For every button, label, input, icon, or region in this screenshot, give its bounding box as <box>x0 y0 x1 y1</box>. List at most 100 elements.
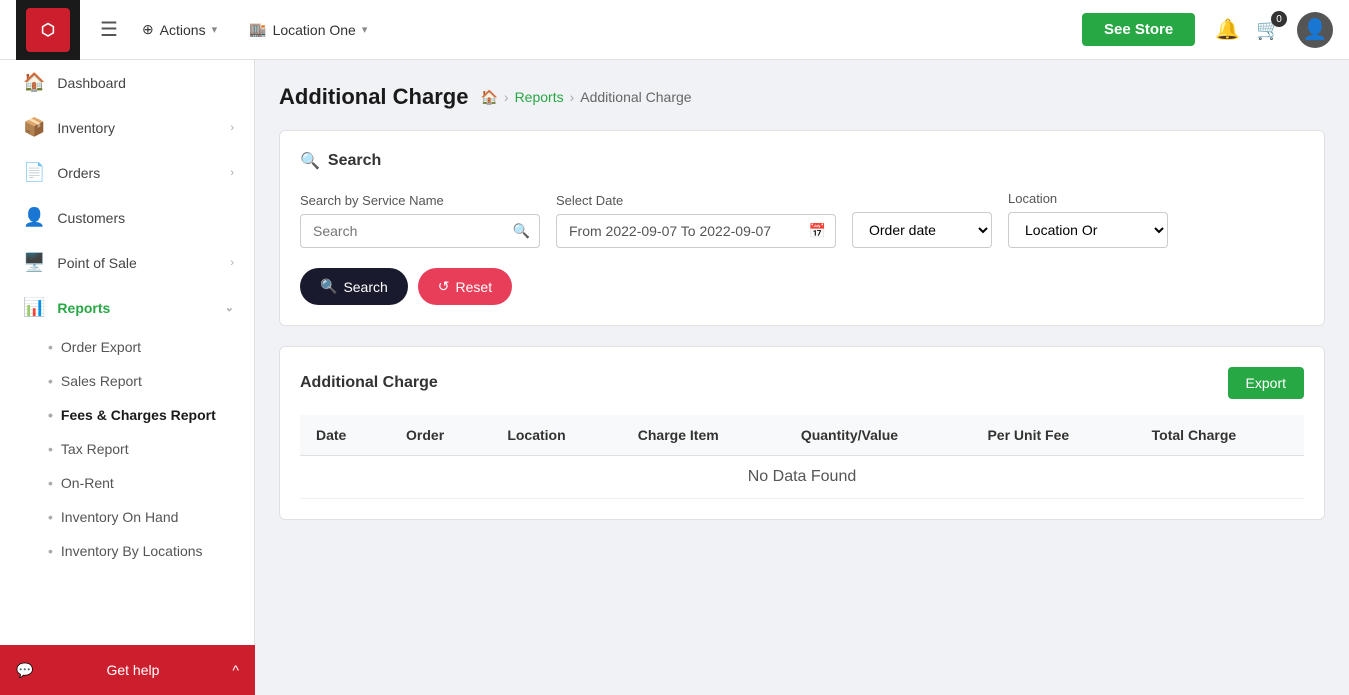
service-name-label: Search by Service Name <box>300 193 540 208</box>
hamburger-menu[interactable]: ☰ <box>100 17 118 42</box>
sidebar-sub-inventory-by-locations[interactable]: Inventory By Locations <box>36 534 254 568</box>
breadcrumb-home-icon[interactable]: 🏠 <box>480 89 497 106</box>
get-help-icon: 💬 <box>16 662 33 679</box>
logo-area: ⬡ <box>16 0 80 60</box>
button-row: 🔍 Search ↺ Reset <box>300 268 1304 305</box>
sidebar-sub-on-rent[interactable]: On-Rent <box>36 466 254 500</box>
location-chevron: ▾ <box>362 23 368 36</box>
search-input[interactable] <box>300 214 540 248</box>
col-order: Order <box>390 415 491 456</box>
main-content: Additional Charge 🏠 › Reports › Addition… <box>255 60 1349 695</box>
reset-btn-icon: ↺ <box>438 278 450 295</box>
dashboard-icon: 🏠 <box>23 72 45 93</box>
cart-button[interactable]: 🛒 0 <box>1256 17 1281 42</box>
no-data-row: No Data Found <box>300 456 1304 499</box>
col-charge-item: Charge Item <box>622 415 785 456</box>
col-date: Date <box>300 415 390 456</box>
order-date-label <box>852 191 992 206</box>
get-help-bar[interactable]: 💬 Get help ^ <box>0 645 255 695</box>
actions-label: Actions <box>160 22 206 38</box>
sidebar-item-customers[interactable]: 👤 Customers <box>0 195 254 240</box>
order-date-select[interactable]: Order date Ship date Delivery date <box>852 212 992 248</box>
user-avatar[interactable]: 👤 <box>1297 12 1333 48</box>
date-label: Select Date <box>556 193 836 208</box>
date-range-input[interactable] <box>556 214 836 248</box>
calendar-icon: 📅 <box>809 223 826 240</box>
sidebar-label-orders: Orders <box>57 165 218 181</box>
actions-button[interactable]: ⊕ Actions ▾ <box>130 15 229 44</box>
page-header: Additional Charge 🏠 › Reports › Addition… <box>279 84 1325 110</box>
notification-bell-icon[interactable]: 🔔 <box>1215 17 1240 42</box>
search-section-title: 🔍 Search <box>300 151 1304 171</box>
sidebar: 🏠 Dashboard 📦 Inventory › 📄 Orders › 👤 C… <box>0 60 255 695</box>
get-help-label: Get help <box>106 662 159 678</box>
reset-button[interactable]: ↺ Reset <box>418 268 512 305</box>
see-store-button[interactable]: See Store <box>1082 13 1195 46</box>
logo: ⬡ <box>26 8 70 52</box>
location-filter-group: Location Location Or All Locations Locat… <box>1008 191 1168 248</box>
sub-label-inventory-on-hand: Inventory On Hand <box>61 509 179 525</box>
sub-label-sales-report: Sales Report <box>61 373 142 389</box>
service-name-filter-group: Search by Service Name 🔍 <box>300 193 540 248</box>
orders-chevron: › <box>230 167 234 179</box>
sidebar-sub-order-export[interactable]: Order Export <box>36 330 254 364</box>
location-select[interactable]: Location Or All Locations Location One L… <box>1008 212 1168 248</box>
sidebar-item-inventory[interactable]: 📦 Inventory › <box>0 105 254 150</box>
pos-chevron: › <box>230 257 234 269</box>
get-help-chevron: ^ <box>232 662 239 678</box>
sidebar-label-pos: Point of Sale <box>57 255 218 271</box>
search-card: 🔍 Search Search by Service Name 🔍 Select… <box>279 130 1325 326</box>
sub-label-fees-charges: Fees & Charges Report <box>61 407 216 423</box>
sidebar-label-reports: Reports <box>57 300 212 316</box>
sidebar-label-customers: Customers <box>57 210 234 226</box>
actions-chevron: ▾ <box>212 23 218 36</box>
sidebar-sub-fees-charges[interactable]: Fees & Charges Report <box>36 398 254 432</box>
inventory-chevron: › <box>230 122 234 134</box>
table-body: No Data Found <box>300 456 1304 499</box>
reports-chevron: ⌄ <box>225 301 234 314</box>
breadcrumb-sep1: › <box>504 89 509 105</box>
sidebar-item-point-of-sale[interactable]: 🖥️ Point of Sale › <box>0 240 254 285</box>
sidebar-label-inventory: Inventory <box>57 120 218 136</box>
search-btn-icon: 🔍 <box>320 278 337 295</box>
breadcrumb-current: Additional Charge <box>580 89 691 105</box>
sidebar-item-dashboard[interactable]: 🏠 Dashboard <box>0 60 254 105</box>
sidebar-label-dashboard: Dashboard <box>57 75 234 91</box>
sidebar-item-reports[interactable]: 📊 Reports ⌄ <box>0 285 254 330</box>
table-header-row: Date Order Location Charge Item Quantity… <box>300 415 1304 456</box>
no-data-message: No Data Found <box>300 456 1304 499</box>
results-title: Additional Charge <box>300 374 438 392</box>
cart-badge: 0 <box>1271 11 1287 27</box>
results-card: Additional Charge Export Date Order Loca… <box>279 346 1325 520</box>
inventory-icon: 📦 <box>23 117 45 138</box>
sidebar-sub-inventory-on-hand[interactable]: Inventory On Hand <box>36 500 254 534</box>
search-button[interactable]: 🔍 Search <box>300 268 408 305</box>
sidebar-sub-tax-report[interactable]: Tax Report <box>36 432 254 466</box>
pos-icon: 🖥️ <box>23 252 45 273</box>
sidebar-sub-sales-report[interactable]: Sales Report <box>36 364 254 398</box>
orders-icon: 📄 <box>23 162 45 183</box>
actions-icon: ⊕ <box>142 21 154 38</box>
location-label: Location One <box>273 22 356 38</box>
export-button[interactable]: Export <box>1228 367 1304 399</box>
date-filter-group: Select Date 📅 <box>556 193 836 248</box>
breadcrumb-reports-link[interactable]: Reports <box>515 89 564 105</box>
search-title-text: Search <box>328 152 381 170</box>
sub-label-tax-report: Tax Report <box>61 441 129 457</box>
sub-label-inventory-by-locations: Inventory By Locations <box>61 543 203 559</box>
reports-icon: 📊 <box>23 297 45 318</box>
date-input-wrapper: 📅 <box>556 214 836 248</box>
table-header: Date Order Location Charge Item Quantity… <box>300 415 1304 456</box>
customers-icon: 👤 <box>23 207 45 228</box>
location-filter-label: Location <box>1008 191 1168 206</box>
nav-right: 🔔 🛒 0 👤 <box>1215 12 1333 48</box>
order-date-filter-group: Order date Ship date Delivery date <box>852 191 992 248</box>
location-button[interactable]: 🏬 Location One ▾ <box>237 15 379 44</box>
breadcrumb: 🏠 › Reports › Additional Charge <box>480 89 691 106</box>
reports-submenu: Order Export Sales Report Fees & Charges… <box>0 330 254 568</box>
top-nav: ⬡ ☰ ⊕ Actions ▾ 🏬 Location One ▾ See Sto… <box>0 0 1349 60</box>
col-per-unit-fee: Per Unit Fee <box>971 415 1135 456</box>
sidebar-item-orders[interactable]: 📄 Orders › <box>0 150 254 195</box>
filter-row: Search by Service Name 🔍 Select Date 📅 <box>300 191 1304 248</box>
page-title: Additional Charge <box>279 84 468 110</box>
